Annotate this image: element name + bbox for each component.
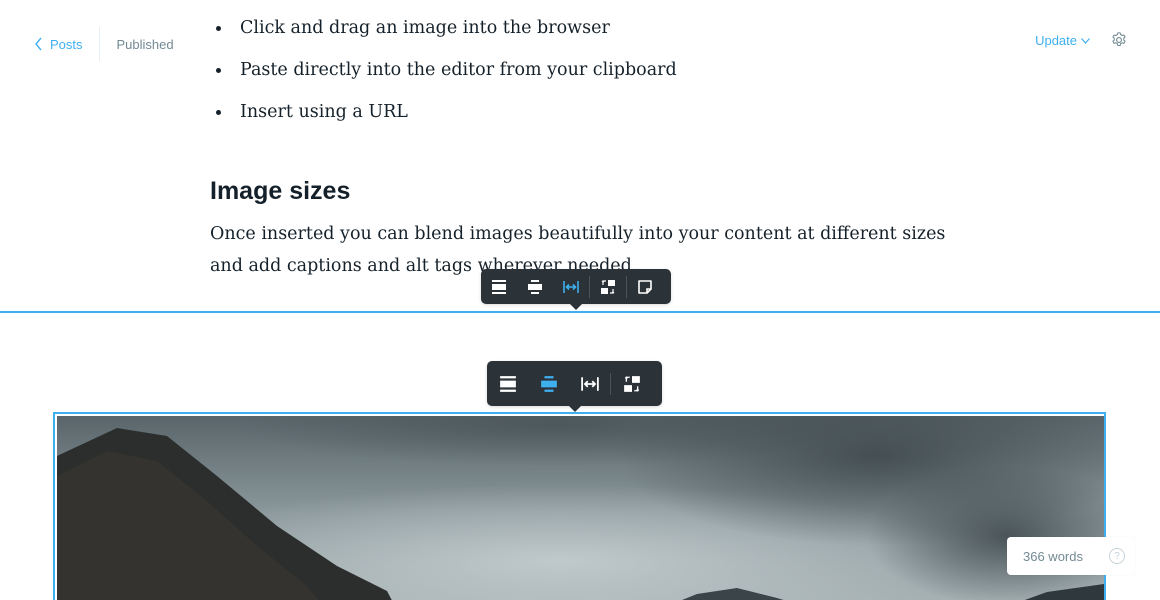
image-wide-button[interactable] (528, 361, 569, 406)
image-wide-button[interactable] (517, 269, 553, 304)
mountain-photo (57, 416, 1104, 600)
replace-image-button[interactable] (590, 269, 626, 304)
image-full-button[interactable] (553, 269, 589, 304)
chevron-down-icon (1081, 38, 1090, 44)
back-to-posts-link[interactable]: Posts (34, 27, 100, 61)
image-wide-icon (528, 279, 542, 294)
list-item: Insert using a URL (210, 98, 677, 140)
replace-image-icon (601, 279, 615, 294)
list-item: Paste directly into the editor from your… (210, 56, 677, 98)
header-right: Update (1035, 31, 1128, 49)
image-regular-button[interactable] (481, 269, 517, 304)
section-heading: Image sizes (210, 177, 351, 205)
image-regular-icon (499, 375, 516, 392)
list-item: Click and drag an image into the browser (210, 14, 677, 56)
image-wide-icon (540, 375, 557, 392)
image-card[interactable] (53, 412, 1106, 600)
selection-divider (0, 311, 1160, 313)
chevron-left-icon (35, 37, 42, 51)
snippet-button[interactable] (627, 269, 663, 304)
card-toolbar-upper (481, 269, 671, 310)
post-status: Published (116, 36, 174, 52)
update-button-label: Update (1035, 32, 1077, 48)
image-full-icon (563, 280, 579, 293)
image-regular-button[interactable] (487, 361, 528, 406)
snippet-icon (638, 279, 652, 294)
replace-image-button[interactable] (611, 361, 652, 406)
update-button[interactable]: Update (1035, 33, 1090, 48)
replace-image-icon (623, 375, 640, 392)
gear-icon[interactable] (1110, 31, 1128, 49)
bullet-list: Click and drag an image into the browser… (210, 14, 677, 140)
editor-page: Posts Published Update Click and drag an… (0, 0, 1160, 600)
image-full-icon (580, 376, 599, 391)
image-regular-icon (492, 279, 506, 294)
word-count-panel: 366 words ? (1007, 537, 1135, 575)
image-card-toolbar (487, 361, 662, 412)
image-full-button[interactable] (569, 361, 610, 406)
header-left: Posts Published (34, 27, 174, 61)
help-icon[interactable]: ? (1109, 548, 1125, 564)
word-count: 366 words (1023, 548, 1083, 564)
back-link-label: Posts (50, 36, 83, 52)
